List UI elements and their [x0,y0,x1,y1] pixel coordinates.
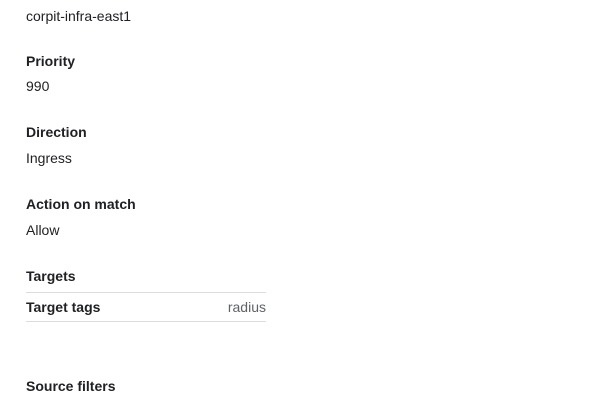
target-tags-value: radius [227,299,266,315]
target-tags-label: Target tags [26,299,101,315]
priority-label: Priority [26,53,76,69]
firewall-rule-details: corpit-infra-east1 Priority 990 Directio… [0,0,600,400]
table-row: Target tags radius [26,293,266,321]
source-filters-label: Source filters [26,378,116,394]
targets-table: Target tags radius [26,292,266,322]
action-on-match-value: Allow [26,222,60,238]
targets-label: Targets [26,268,76,284]
direction-value: Ingress [26,150,72,166]
direction-label: Direction [26,124,87,140]
action-on-match-label: Action on match [26,196,136,212]
network-value: corpit-infra-east1 [26,8,132,24]
priority-value: 990 [26,78,50,94]
